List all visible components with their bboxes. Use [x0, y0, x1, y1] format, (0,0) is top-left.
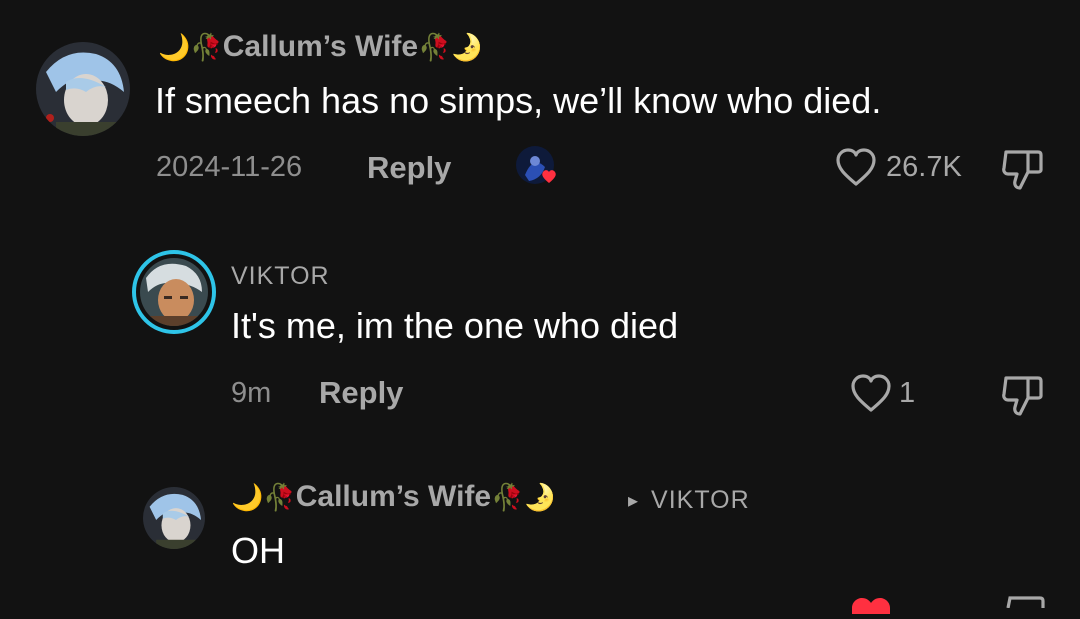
heart-filled-icon — [852, 598, 890, 614]
like-count: 26.7K — [886, 150, 962, 183]
comment-date: 2024-11-26 — [156, 151, 303, 183]
avatar[interactable] — [36, 42, 130, 136]
like-count: 1 — [899, 376, 916, 409]
username-prefix-emoji: 🌙🥀 — [231, 481, 296, 512]
username-label: Callum’s Wife — [295, 480, 492, 513]
comment-username[interactable]: 🌙🥀 Callum’s Wife 🥀🌛 — [158, 30, 483, 64]
reply-to-username: VIKTOR — [651, 486, 750, 514]
comment-username[interactable]: 🌙🥀 Callum’s Wife 🥀🌛 — [231, 480, 556, 514]
reply-button[interactable]: Reply — [367, 150, 451, 186]
creator-liked-avatar — [515, 145, 557, 187]
heart-outline-icon — [836, 148, 876, 186]
comment-username[interactable]: VIKTOR — [231, 262, 330, 291]
avatar[interactable] — [143, 487, 205, 549]
play-arrow-icon: ▸ — [628, 490, 640, 512]
comment-text: If smeech has no simps, we’ll know who d… — [155, 80, 882, 121]
like-button[interactable]: 1 — [849, 372, 915, 414]
dislike-button[interactable] — [1000, 372, 1046, 423]
thumbs-down-icon — [1006, 596, 1045, 609]
dislike-button[interactable] — [1002, 594, 1046, 613]
reply-to-label[interactable]: ▸ VIKTOR — [628, 486, 750, 515]
like-button[interactable] — [848, 594, 894, 619]
heart-outline-icon — [851, 374, 891, 412]
thumbs-down-icon — [1002, 150, 1043, 190]
username-suffix-emoji: 🥀🌛 — [491, 481, 556, 512]
comment-date: 9m — [231, 377, 272, 409]
comment-text: It's me, im the one who died — [231, 305, 679, 346]
thumbs-down-icon — [1002, 376, 1043, 416]
username-label: Callum’s Wife — [222, 30, 419, 63]
reply-button[interactable]: Reply — [319, 375, 403, 411]
username-suffix-emoji: 🥀🌛 — [418, 31, 483, 62]
username-prefix-emoji: 🌙🥀 — [158, 31, 223, 62]
comment-text: OH — [231, 530, 285, 571]
avatar[interactable] — [132, 250, 216, 334]
like-button[interactable]: 26.7K — [834, 146, 962, 188]
dislike-button[interactable] — [1000, 146, 1046, 197]
